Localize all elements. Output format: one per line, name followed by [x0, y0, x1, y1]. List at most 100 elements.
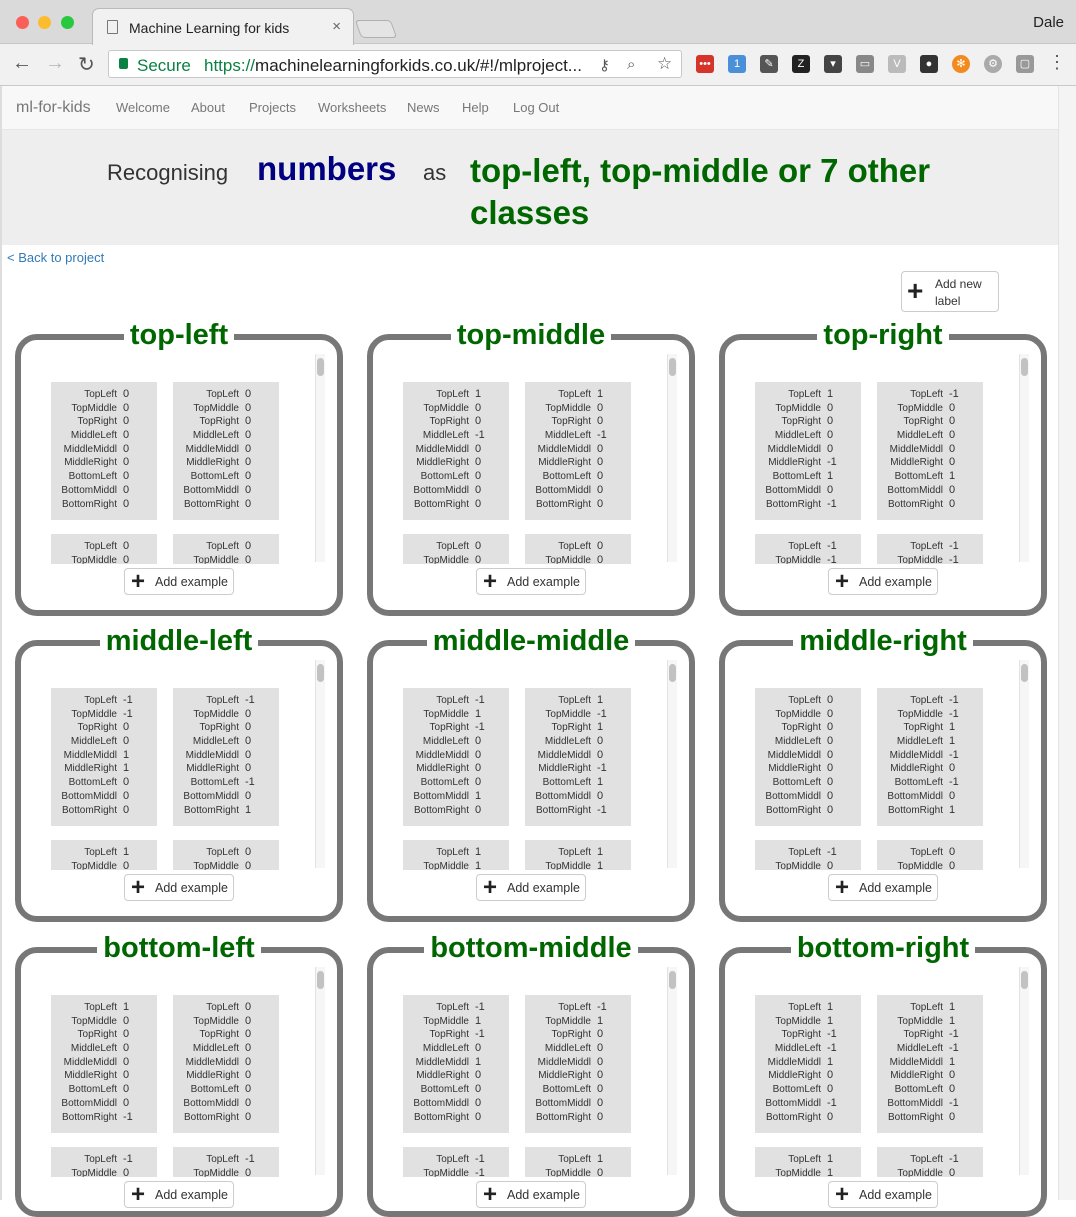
training-example[interactable]: TopLeft -1 TopMiddle 0 — [51, 1147, 157, 1177]
training-example[interactable]: TopLeft -1 TopMiddle -1 TopRight 0 MiddleLeft 0… — [51, 688, 157, 826]
window-extension-icon[interactable]: ▢ — [1016, 55, 1034, 73]
training-example[interactable]: TopLeft -1 TopMiddle 0 — [173, 1147, 279, 1177]
training-example[interactable]: TopLeft 0 TopMiddle 0 — [173, 840, 279, 870]
close-window-button[interactable] — [16, 16, 29, 29]
training-example[interactable]: TopLeft -1 TopMiddle 0 TopRight 0 MiddleLeft 0 M… — [877, 382, 983, 520]
training-example[interactable]: TopLeft -1 TopMiddle 0 — [877, 1147, 983, 1177]
lastpass-extension-icon[interactable]: ••• — [696, 55, 714, 73]
examples-list[interactable]: TopLeft -1 TopMiddle -1 TopRight 0 MiddleLeft 0… — [27, 652, 331, 870]
training-example[interactable]: TopLeft -1 TopMiddle -1 — [403, 1147, 509, 1177]
scrollbar-thumb[interactable] — [317, 971, 324, 989]
new-tab-button[interactable] — [354, 20, 398, 38]
site-brand[interactable]: ml-for-kids — [16, 99, 91, 117]
training-example[interactable]: TopLeft 1 TopMiddle 0 — [51, 840, 157, 870]
examples-list[interactable]: TopLeft 1 TopMiddle 0 TopRight 0 MiddleLeft 0 Mi… — [27, 959, 331, 1177]
training-example[interactable]: TopLeft -1 TopMiddle -1 — [877, 534, 983, 564]
zotero-extension-icon[interactable]: Z — [792, 55, 810, 73]
maximize-window-button[interactable] — [61, 16, 74, 29]
nav-link-projects[interactable]: Projects — [249, 100, 296, 115]
nav-link-logout[interactable]: Log Out — [513, 100, 559, 115]
training-example[interactable]: TopLeft 1 TopMiddle 1 TopRight -1 MiddleLeft -1… — [877, 995, 983, 1133]
nav-link-news[interactable]: News — [407, 100, 440, 115]
nav-link-help[interactable]: Help — [462, 100, 489, 115]
training-example[interactable]: TopLeft -1 TopMiddle 1 TopRight -1 MiddleLeft 0… — [403, 688, 509, 826]
examples-scrollbar[interactable] — [1019, 660, 1029, 868]
zoom-icon[interactable]: ⌕ — [627, 56, 635, 73]
back-to-project-link[interactable]: < Back to project — [7, 250, 104, 265]
training-example[interactable]: TopLeft 1 TopMiddle 0 TopRight 0 MiddleLeft 0 Mi… — [755, 382, 861, 520]
training-example[interactable]: TopLeft 1 TopMiddle 1 — [755, 1147, 861, 1177]
reload-icon[interactable]: ↻ — [78, 52, 95, 77]
training-example[interactable]: TopLeft 0 TopMiddle 0 — [525, 534, 631, 564]
examples-scrollbar[interactable] — [315, 354, 325, 562]
pocket-extension-icon[interactable]: ▾ — [824, 55, 842, 73]
add-example-button[interactable]: + Add example — [476, 874, 586, 901]
examples-list[interactable]: TopLeft 1 TopMiddle 0 TopRight 0 MiddleLeft 0 Mi… — [731, 346, 1035, 564]
tab-close-icon[interactable]: × — [332, 18, 341, 35]
scrollbar-thumb[interactable] — [317, 664, 324, 682]
examples-scrollbar[interactable] — [315, 660, 325, 868]
scrollbar-thumb[interactable] — [317, 358, 324, 376]
examples-list[interactable]: TopLeft 1 TopMiddle 0 TopRight 0 MiddleLeft -1 M… — [379, 346, 683, 564]
scrollbar-thumb[interactable] — [1021, 358, 1028, 376]
training-example[interactable]: TopLeft 0 TopMiddle 0 — [51, 534, 157, 564]
scrollbar-thumb[interactable] — [1021, 664, 1028, 682]
training-example[interactable]: TopLeft 0 TopMiddle 0 TopRight 0 MiddleLeft 0 Mi… — [173, 995, 279, 1133]
menu-icon[interactable]: ⋮ — [1048, 52, 1066, 73]
training-example[interactable]: TopLeft -1 TopMiddle 0 — [755, 840, 861, 870]
training-example[interactable]: TopLeft 1 TopMiddle 0 — [525, 1147, 631, 1177]
training-example[interactable]: TopLeft 0 TopMiddle 0 — [877, 840, 983, 870]
minimize-window-button[interactable] — [38, 16, 51, 29]
training-example[interactable]: TopLeft 1 TopMiddle -1 TopRight 1 MiddleLeft 0 M… — [525, 688, 631, 826]
address-bar[interactable]: Secure https://machinelearningforkids.co… — [108, 50, 682, 78]
cast-extension-icon[interactable]: ▭ — [856, 55, 874, 73]
scrollbar-thumb[interactable] — [669, 971, 676, 989]
extension-icon[interactable]: ✻ — [952, 55, 970, 73]
nav-link-about[interactable]: About — [191, 100, 225, 115]
training-example[interactable]: TopLeft 1 TopMiddle 1 — [525, 840, 631, 870]
nav-link-welcome[interactable]: Welcome — [116, 100, 170, 115]
training-example[interactable]: TopLeft 1 TopMiddle 0 TopRight 0 MiddleLeft 0 Mi… — [51, 995, 157, 1133]
training-example[interactable]: TopLeft -1 TopMiddle 0 TopRight 0 MiddleLeft 0 M… — [173, 688, 279, 826]
browser-tab[interactable]: Machine Learning for kids × — [92, 8, 354, 45]
examples-scrollbar[interactable] — [1019, 967, 1029, 1175]
training-example[interactable]: TopLeft 0 TopMiddle 0 — [403, 534, 509, 564]
examples-scrollbar[interactable] — [1019, 354, 1029, 562]
add-example-button[interactable]: + Add example — [124, 874, 234, 901]
training-example[interactable]: TopLeft 0 TopMiddle 0 — [173, 534, 279, 564]
add-example-button[interactable]: + Add example — [124, 568, 234, 595]
training-example[interactable]: TopLeft -1 TopMiddle 1 TopRight 0 MiddleLeft 0 M… — [525, 995, 631, 1133]
add-new-label-button[interactable]: + Add new label — [901, 271, 999, 312]
training-example[interactable]: TopLeft 1 TopMiddle 0 TopRight 0 MiddleLeft -1 M… — [525, 382, 631, 520]
tampermonkey-extension-icon[interactable]: ● — [920, 55, 938, 73]
training-example[interactable]: TopLeft -1 TopMiddle 1 TopRight -1 MiddleLeft 0… — [403, 995, 509, 1133]
examples-list[interactable]: TopLeft 0 TopMiddle 0 TopRight 0 MiddleLeft 0 Mi… — [27, 346, 331, 564]
key-icon[interactable]: ⚷ — [599, 56, 610, 74]
vimium-extension-icon[interactable]: V — [888, 55, 906, 73]
examples-list[interactable]: TopLeft -1 TopMiddle 1 TopRight -1 MiddleLeft 0… — [379, 652, 683, 870]
evernote-extension-icon[interactable]: ✎ — [760, 55, 778, 73]
profile-name[interactable]: Dale — [1033, 14, 1064, 31]
translate-extension-icon[interactable]: 1 — [728, 55, 746, 73]
page-scrollbar[interactable] — [1058, 86, 1076, 1200]
add-example-button[interactable]: + Add example — [476, 568, 586, 595]
forward-arrow-icon[interactable]: → — [45, 52, 65, 75]
training-example[interactable]: TopLeft 0 TopMiddle 0 TopRight 0 MiddleLeft 0 Mi… — [51, 382, 157, 520]
settings-extension-icon[interactable]: ⚙ — [984, 55, 1002, 73]
training-example[interactable]: TopLeft 0 TopMiddle 0 TopRight 0 MiddleLeft 0 Mi… — [755, 688, 861, 826]
back-arrow-icon[interactable]: ← — [12, 52, 32, 75]
examples-scrollbar[interactable] — [315, 967, 325, 1175]
add-example-button[interactable]: + Add example — [476, 1181, 586, 1208]
examples-list[interactable]: TopLeft -1 TopMiddle 1 TopRight -1 MiddleLeft 0… — [379, 959, 683, 1177]
training-example[interactable]: TopLeft 1 TopMiddle 1 — [403, 840, 509, 870]
scrollbar-thumb[interactable] — [669, 358, 676, 376]
examples-scrollbar[interactable] — [667, 354, 677, 562]
add-example-button[interactable]: + Add example — [828, 874, 938, 901]
bookmark-star-icon[interactable]: ☆ — [657, 54, 672, 74]
training-example[interactable]: TopLeft 0 TopMiddle 0 TopRight 0 MiddleLeft 0 Mi… — [173, 382, 279, 520]
add-example-button[interactable]: + Add example — [828, 1181, 938, 1208]
examples-list[interactable]: TopLeft 0 TopMiddle 0 TopRight 0 MiddleLeft 0 Mi… — [731, 652, 1035, 870]
examples-scrollbar[interactable] — [667, 660, 677, 868]
add-example-button[interactable]: + Add example — [828, 568, 938, 595]
add-example-button[interactable]: + Add example — [124, 1181, 234, 1208]
